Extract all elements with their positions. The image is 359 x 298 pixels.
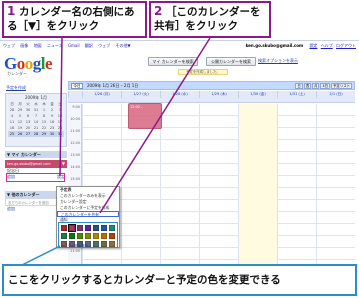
gbar-link[interactable]: 画像 [20,43,28,48]
tab-day[interactable]: 日 [295,83,303,89]
highlight-calendar-name [6,173,65,182]
settings-link[interactable]: 設定 [309,43,317,48]
view-tabs: 日 週 月 4日 予定リスト [295,83,352,89]
highlight-color-palette [58,222,118,248]
show-search-options-link[interactable]: 検索オプションを表示 [258,57,298,66]
hour-label: 13:00 [70,153,80,157]
mini-calendar-day[interactable]: 29 [40,131,48,137]
add-other-calendar-link[interactable]: 追加 [7,206,15,211]
gbar-link[interactable]: ニュース [47,43,63,48]
search-public-calendars-button[interactable]: 公開カレンダーを検索 [206,57,256,66]
day-header[interactable]: 1/27 (火) [121,91,160,98]
tab-month[interactable]: 月 [312,83,320,89]
mini-calendar-day[interactable]: 27 [24,131,32,137]
create-event-link[interactable]: 予定を作成 [6,85,26,91]
gutter-spacer [68,91,82,98]
day-column[interactable] [199,104,238,264]
day-header[interactable]: 2/1 (日) [316,91,355,98]
mini-calendar-grid: 日月火水木金土 28 29 30 31 1 2 3 4 5 6 7 8 9 10 11 12 13 14 15 16 17… [6,101,66,137]
day-column-today[interactable] [238,104,277,264]
hour-label: 11:00 [70,129,80,133]
hour-label: 9:00 [72,105,80,109]
day-columns [82,104,355,264]
logout-link[interactable]: ログアウト [336,43,356,48]
date-range: 2009年 1月 26日 – 2月 1日 [87,83,139,88]
step1-text: カレンダー名の右側にある［▼］をクリック [7,6,135,32]
mini-calendar-day[interactable]: 28 [32,131,40,137]
mini-calendar-day[interactable]: 31 [56,131,64,137]
gbar-link[interactable]: ウェブ [98,43,110,48]
step2-number: 2 [154,4,163,18]
hour-label: 15:00 [70,177,80,181]
status-message: 予定を作成しました。 [178,69,228,75]
tab-agenda[interactable]: 予定リスト [331,83,352,89]
tab-week[interactable]: 週 [303,83,312,89]
day-header[interactable]: 1/28 (水) [160,91,199,98]
google-bar: ウェブ 画像 地図 ニュース Gmail 翻訳 ウェブ その他▼ ken.go.… [0,41,359,51]
all-day-row[interactable] [68,98,355,103]
calendar-event[interactable]: 12:00 – [128,103,162,129]
account-email: ken.go.skubo@gmail.com [245,43,304,48]
day-column[interactable] [316,104,355,264]
hour-label: 10:00 [70,117,80,121]
step1-number: 1 [7,4,16,18]
gbar-link[interactable]: 地図 [34,43,42,48]
search-my-calendars-button[interactable]: マイ カレンダーを検索 [148,57,198,66]
day-header[interactable]: 1/29 (木) [199,91,238,98]
calendar-screenshot: ウェブ 画像 地図 ニュース Gmail 翻訳 ウェブ その他▼ ken.go.… [0,40,359,264]
calendar-name: ken.go.skubo@gmail.com [7,162,51,166]
mini-calendar-day[interactable]: 25 [8,131,16,137]
gbar-links: ウェブ 画像 地図 ニュース Gmail 翻訳 ウェブ その他▼ [3,43,135,49]
mini-calendar-title: 2009年 1月 [25,95,47,100]
view-toolbar: 今日 2009年 1月 26日 – 2月 1日 日 週 月 4日 予定リスト [68,81,355,90]
day-column[interactable] [277,104,316,264]
calendar-dropdown-icon[interactable]: ▼ [62,160,65,168]
callout-step1: 1 カレンダー名の右側にある［▼］をクリック [2,1,147,38]
hour-label: 14:00 [70,165,80,169]
tab-4days[interactable]: 4日 [320,83,331,89]
today-button[interactable]: 今日 [71,83,83,89]
day-header[interactable]: 1/31 (土) [277,91,316,98]
google-calendar-logo: Google [4,54,53,73]
event-time: 12:00 – [130,105,143,109]
step2-text: ［このカレンダーを共有］をクリック [154,6,261,32]
hour-label: 21:00 [70,249,80,253]
day-header[interactable]: 1/26 (月) [82,91,121,98]
mini-calendar-day[interactable]: 30 [48,131,56,137]
account-area: ken.go.skubo@gmail.com 設定 ヘルプ ログアウト [246,43,356,49]
logo-subtitle: カレンダー [7,71,27,76]
gbar-link[interactable]: 翻訳 [85,43,93,48]
mini-calendar-day[interactable]: 26 [16,131,24,137]
day-headers: 1/26 (月) 1/27 (火) 1/28 (水) 1/29 (木) 1/30… [68,91,355,98]
hour-label: 12:00 [70,141,80,145]
caption-color-change: ここをクリックするとカレンダーと予定の色を変更できる [2,264,357,296]
mini-calendar: 2009年 1月 日月火水木金土 28 29 30 31 1 2 3 4 5 6 7 8 9 10 11 12 1… [5,93,67,147]
day-header[interactable]: 1/30 (金) [238,91,277,98]
gbar-link[interactable]: その他▼ [115,43,130,48]
gbar-link[interactable]: Gmail [68,43,80,48]
day-column[interactable] [160,104,199,264]
gbar-link[interactable]: ウェブ [3,43,15,48]
help-link[interactable]: ヘルプ [321,43,333,48]
calendar-item-primary[interactable]: ken.go.skubo@gmail.com ▼ [5,160,67,168]
my-calendars-header[interactable]: ▼ マイ カレンダー [5,151,67,158]
callout-step2: 2 ［このカレンダーを共有］をクリック [149,1,271,38]
